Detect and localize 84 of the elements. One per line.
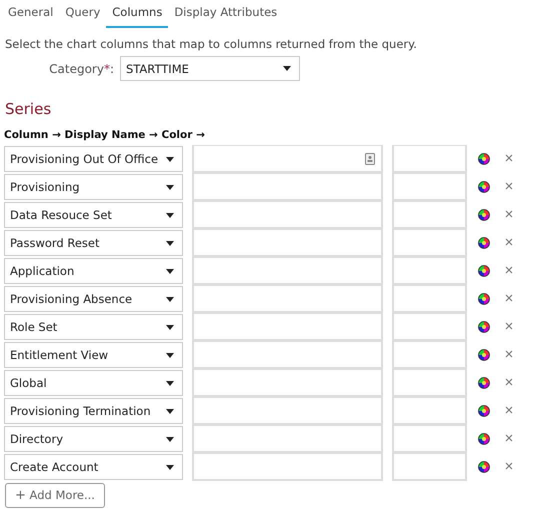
display-name-field[interactable]	[192, 453, 383, 481]
color-wheel-icon[interactable]	[478, 321, 490, 333]
tab[interactable]: Query	[59, 0, 106, 28]
column-dropdown[interactable]: Provisioning Out Of Office	[4, 146, 183, 172]
caret-icon	[166, 156, 174, 162]
remove-button[interactable]: ×	[503, 432, 515, 446]
color-field[interactable]	[392, 453, 467, 481]
remove-button[interactable]: ×	[503, 264, 515, 278]
display-name-field[interactable]	[192, 425, 383, 453]
add-more-button[interactable]: + Add More...	[5, 483, 105, 508]
caret-icon	[166, 324, 174, 330]
caret-icon	[166, 240, 174, 246]
column-dropdown[interactable]: Create Account	[4, 454, 183, 480]
display-name-field[interactable]	[192, 313, 383, 341]
color-field[interactable]	[392, 201, 467, 229]
color-wheel-icon[interactable]	[478, 181, 490, 193]
color-wheel-icon[interactable]	[478, 265, 490, 277]
caret-icon	[166, 408, 174, 414]
column-header: Column → Display Name → Color →	[4, 129, 206, 142]
color-wheel-icon[interactable]	[478, 349, 490, 361]
display-name-field[interactable]	[192, 229, 383, 257]
column-dropdown[interactable]: Global	[4, 370, 183, 396]
caret-icon	[166, 296, 174, 302]
remove-button[interactable]: ×	[503, 376, 515, 390]
color-field[interactable]	[392, 145, 467, 173]
remove-button[interactable]: ×	[503, 292, 515, 306]
remove-button[interactable]: ×	[503, 208, 515, 222]
color-wheel-icon[interactable]	[478, 377, 490, 389]
color-field[interactable]	[392, 173, 467, 201]
column-dropdown[interactable]: Directory	[4, 426, 183, 452]
column-dropdown[interactable]: Application	[4, 258, 183, 284]
caret-icon	[166, 268, 174, 274]
color-wheel-icon[interactable]	[478, 405, 490, 417]
remove-button[interactable]: ×	[503, 320, 515, 334]
color-field[interactable]	[392, 425, 467, 453]
display-name-field[interactable]	[192, 285, 383, 313]
remove-button[interactable]: ×	[503, 180, 515, 194]
column-dropdown[interactable]: Password Reset	[4, 230, 183, 256]
column-dropdown[interactable]: Provisioning Absence	[4, 286, 183, 312]
color-field[interactable]	[392, 229, 467, 257]
remove-button[interactable]: ×	[503, 460, 515, 474]
color-wheel-icon[interactable]	[478, 293, 490, 305]
column-dropdown[interactable]: Provisioning	[4, 174, 183, 200]
remove-button[interactable]: ×	[503, 236, 515, 250]
color-wheel-icon[interactable]	[478, 237, 490, 249]
caret-icon	[283, 66, 291, 71]
column-dropdown[interactable]: Entitlement View	[4, 342, 183, 368]
remove-button[interactable]: ×	[503, 404, 515, 418]
section-title: Series	[5, 100, 52, 120]
display-name-field[interactable]	[192, 173, 383, 201]
color-field[interactable]	[392, 313, 467, 341]
description-text: Select the chart columns that map to columns returned from the query.	[4, 36, 418, 51]
display-name-field[interactable]	[192, 369, 383, 397]
tab[interactable]: General	[2, 0, 60, 28]
display-name-field[interactable]	[192, 257, 383, 285]
caret-icon	[166, 212, 174, 218]
color-wheel-icon[interactable]	[478, 153, 490, 165]
color-wheel-icon[interactable]	[478, 433, 490, 445]
tab[interactable]: Display Attributes	[168, 0, 284, 28]
color-field[interactable]	[392, 369, 467, 397]
caret-icon	[166, 464, 174, 470]
color-wheel-icon[interactable]	[478, 209, 490, 221]
caret-icon	[166, 184, 174, 190]
tab[interactable]: Columns	[106, 0, 168, 28]
remove-button[interactable]: ×	[503, 152, 515, 166]
color-field[interactable]	[392, 257, 467, 285]
category-dropdown[interactable]: STARTTIME	[120, 56, 300, 81]
column-dropdown[interactable]: Data Resouce Set	[4, 202, 183, 228]
caret-icon	[166, 352, 174, 358]
display-name-field[interactable]	[192, 201, 383, 229]
category-label: Category*:	[48, 62, 115, 76]
display-name-field[interactable]	[192, 341, 383, 369]
caret-icon	[166, 380, 174, 386]
contact-card-icon	[365, 152, 375, 164]
caret-icon	[166, 436, 174, 442]
color-field[interactable]	[392, 285, 467, 313]
remove-button[interactable]: ×	[503, 348, 515, 362]
display-name-field[interactable]	[192, 145, 383, 173]
column-dropdown[interactable]: Role Set	[4, 314, 183, 340]
color-field[interactable]	[392, 397, 467, 425]
column-dropdown[interactable]: Provisioning Termination	[4, 398, 183, 424]
display-name-field[interactable]	[192, 397, 383, 425]
color-field[interactable]	[392, 341, 467, 369]
color-wheel-icon[interactable]	[478, 461, 490, 473]
